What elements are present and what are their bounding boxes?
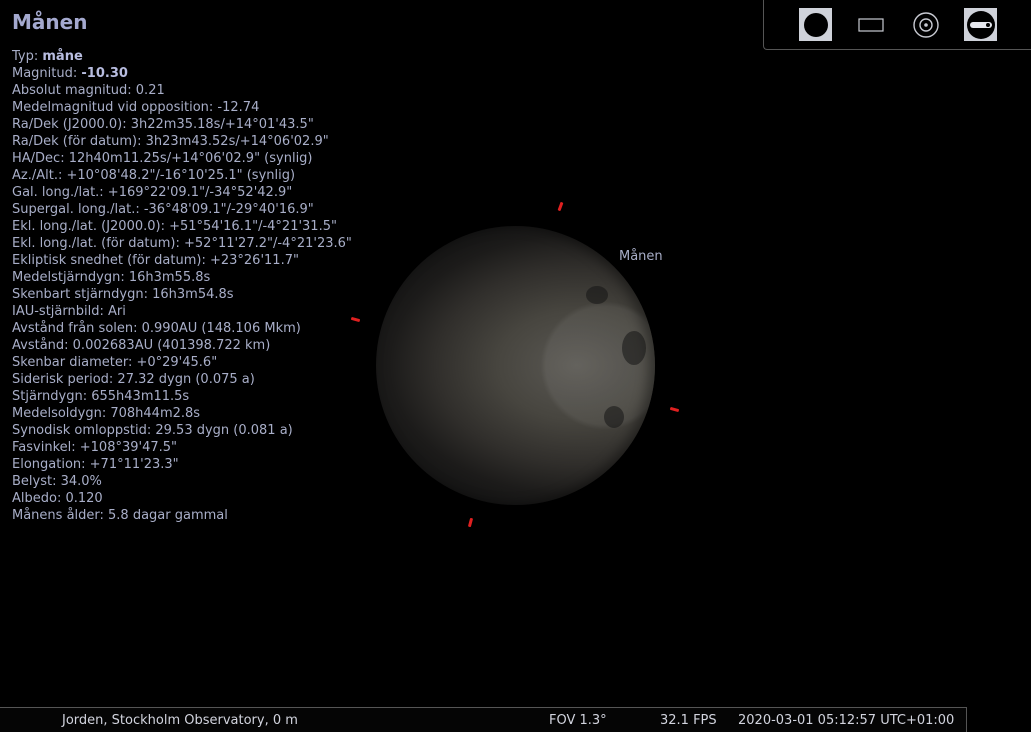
moon-image — [376, 226, 655, 505]
info-line: Gal. long./lat.: +169°22'09.1"/-34°52'42… — [12, 185, 293, 200]
info-type-row: Typ: måne — [12, 48, 352, 65]
info-line: Stjärndygn: 655h43m11.5s — [12, 389, 190, 404]
view-toolbar — [763, 0, 1031, 50]
circle-icon — [803, 12, 828, 37]
status-location[interactable]: Jorden, Stockholm Observatory, 0 m — [62, 713, 298, 728]
circle-button[interactable] — [799, 8, 832, 41]
object-info-panel: Typ: måne Magnitud: -10.30 Absolut magni… — [12, 48, 352, 524]
info-line: Medelmagnitud vid opposition: -12.74 — [12, 100, 260, 115]
info-line: Albedo: 0.120 — [12, 491, 103, 506]
info-line: Ra/Dek (för datum): 3h23m43.52s/+14°06'0… — [12, 134, 329, 149]
status-fov: FOV 1.3° — [549, 713, 607, 728]
info-type-value: måne — [42, 49, 83, 64]
object-title: Månen — [12, 10, 88, 34]
target-icon — [912, 11, 939, 38]
rectangle-icon — [857, 17, 884, 32]
info-line: Medelstjärndygn: 16h3m55.8s — [12, 270, 211, 285]
info-line: Avstånd från solen: 0.990AU (148.106 Mkm… — [12, 321, 301, 336]
moon-sky-label: Månen — [619, 249, 663, 264]
moon-mare — [622, 331, 646, 365]
info-line: Ekl. long./lat. (J2000.0): +51°54'16.1"/… — [12, 219, 337, 234]
info-magnitude-row: Magnitud: -10.30 — [12, 65, 352, 82]
rectangle-button[interactable] — [854, 8, 887, 41]
info-line: Medelsoldygn: 708h44m2.8s — [12, 406, 201, 421]
info-line: Månens ålder: 5.8 dagar gammal — [12, 508, 228, 523]
info-line: Avstånd: 0.002683AU (401398.722 km) — [12, 338, 271, 353]
info-line: Siderisk period: 27.32 dygn (0.075 a) — [12, 372, 255, 387]
moon-disk[interactable] — [376, 226, 655, 505]
info-line: Ekl. long./lat. (för datum): +52°11'27.2… — [12, 236, 352, 251]
info-line: Ekliptisk snedhet (för datum): +23°26'11… — [12, 253, 299, 268]
selection-marker — [350, 316, 361, 323]
moon-mare — [604, 406, 624, 428]
info-line: HA/Dec: 12h40m11.25s/+14°06'02.9" (synli… — [12, 151, 313, 166]
info-line: Skenbar diameter: +0°29'45.6" — [12, 355, 218, 370]
target-button[interactable] — [909, 8, 942, 41]
info-line: Skenbart stjärndygn: 16h3m54.8s — [12, 287, 234, 302]
status-datetime[interactable]: 2020-03-01 05:12:57 UTC+01:00 — [738, 713, 954, 728]
info-line: IAU-stjärnbild: Ari — [12, 304, 126, 319]
info-line: Ra/Dek (J2000.0): 3h22m35.18s/+14°01'43.… — [12, 117, 314, 132]
wrench-button[interactable] — [964, 8, 997, 41]
info-line: Elongation: +71°11'23.3" — [12, 457, 179, 472]
status-bar: Jorden, Stockholm Observatory, 0 m FOV 1… — [0, 707, 967, 732]
info-line: Az./Alt.: +10°08'48.2"/-16°10'25.1" (syn… — [12, 168, 296, 183]
status-fps: 32.1 FPS — [660, 713, 717, 728]
selection-marker — [467, 517, 474, 528]
info-line: Synodisk omloppstid: 29.53 dygn (0.081 a… — [12, 423, 293, 438]
info-type-label: Typ: — [12, 49, 43, 64]
info-line: Absolut magnitud: 0.21 — [12, 83, 165, 98]
info-lines: Absolut magnitud: 0.21 Medelmagnitud vid … — [12, 82, 352, 524]
info-line: Belyst: 34.0% — [12, 474, 102, 489]
info-line: Fasvinkel: +108°39'47.5" — [12, 440, 178, 455]
info-magnitude-label: Magnitud: — [12, 66, 82, 81]
wrench-icon — [966, 10, 995, 39]
info-magnitude-value: -10.30 — [81, 66, 128, 81]
info-line: Supergal. long./lat.: -36°48'09.1"/-29°4… — [12, 202, 314, 217]
selection-marker — [557, 201, 564, 212]
moon-mare — [586, 286, 608, 304]
selection-marker — [669, 406, 680, 413]
